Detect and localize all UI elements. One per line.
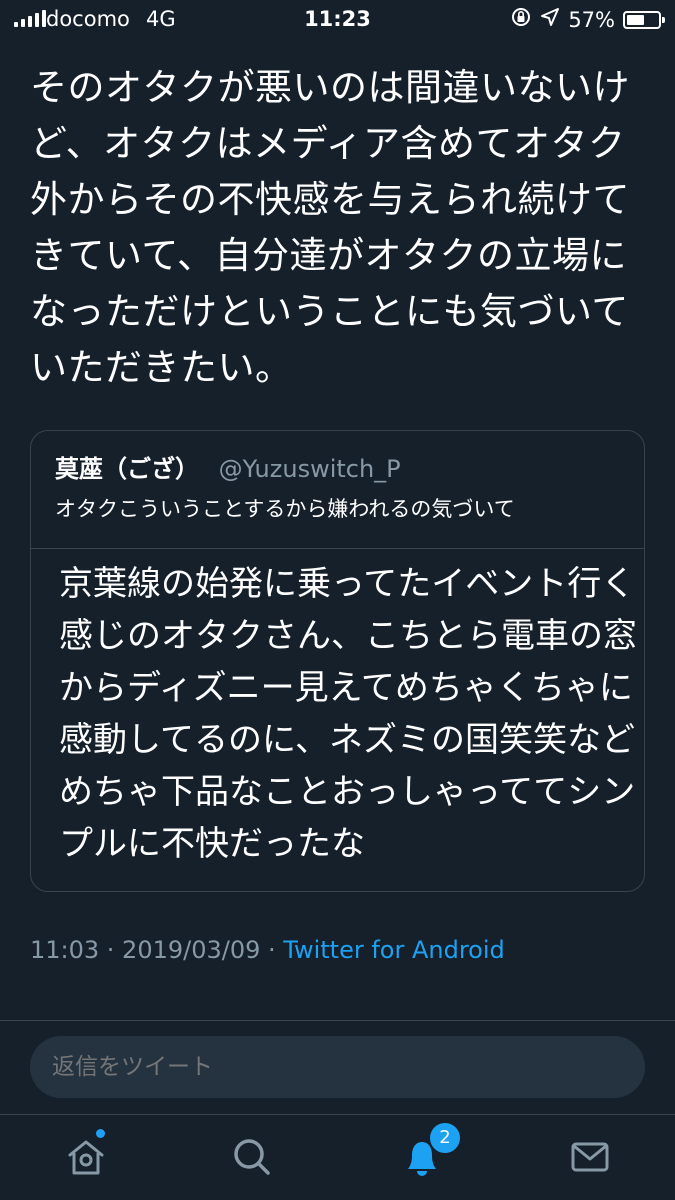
messages-icon <box>566 1142 614 1185</box>
quoted-tweet[interactable]: 莫蓙（ござ） @Yuzuswitch_P オタクこういうことするから嫌われるの気… <box>30 430 645 892</box>
notifications-icon <box>398 1142 446 1185</box>
home-tab[interactable] <box>62 1129 110 1181</box>
battery-percent: 57% <box>568 7 615 32</box>
status-bar: docomo 4G 11:23 57% <box>0 0 675 38</box>
notifications-tab[interactable]: 2 <box>398 1121 462 1181</box>
location-icon <box>540 7 560 32</box>
home-icon <box>62 1140 110 1185</box>
quoted-tweet-header: 莫蓙（ござ） @Yuzuswitch_P <box>55 449 401 484</box>
search-icon <box>228 1139 276 1185</box>
status-right: 57% <box>510 6 665 33</box>
quoted-tweet-divider <box>31 548 644 549</box>
battery-icon <box>623 10 665 29</box>
quoted-tweet-body: 京葉線の始発に乗ってたイベント行く感じのオタクさん、こちとら電車の窓からディズニ… <box>59 564 637 864</box>
tweet-timestamp: 11:03 · 2019/03/09 · <box>30 936 284 964</box>
notifications-badge: 2 <box>428 1121 462 1155</box>
quoted-author-handle: @Yuzuswitch_P <box>218 455 401 483</box>
quoted-author-name: 莫蓙（ござ） <box>55 455 199 483</box>
tweet-source-link[interactable]: Twitter for Android <box>283 936 504 964</box>
search-tab[interactable] <box>228 1133 276 1181</box>
messages-tab[interactable] <box>566 1133 614 1181</box>
tweet-meta: 11:03 · 2019/03/09 · Twitter for Android <box>30 936 505 964</box>
orientation-lock-icon <box>510 6 532 33</box>
bottom-tab-bar: 2 <box>0 1115 675 1200</box>
reply-input[interactable] <box>30 1036 645 1098</box>
divider <box>0 1020 675 1021</box>
home-unread-dot <box>96 1129 105 1138</box>
tweet-text: そのオタクが悪いのは間違いないけど、オタクはメディア含めてオタク外からその不快感… <box>30 66 630 389</box>
quoted-tweet-text: オタクこういうことするから嫌われるの気づいて <box>55 497 515 521</box>
